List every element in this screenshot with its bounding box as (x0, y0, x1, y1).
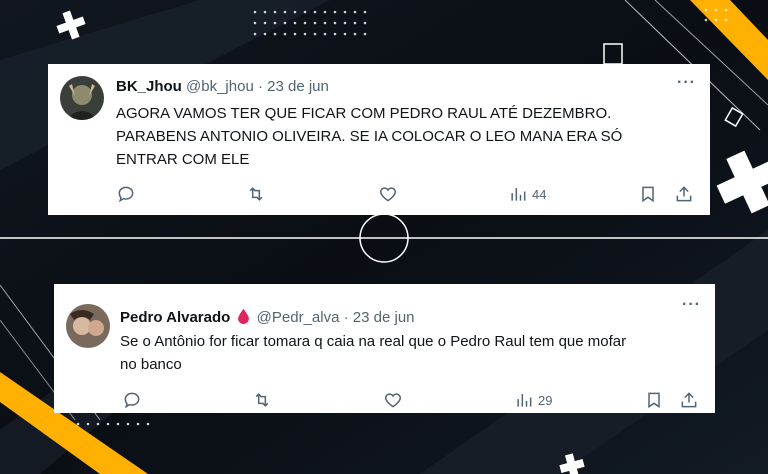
action-bar: 44 (48, 184, 710, 206)
views-button[interactable]: 44 (508, 184, 546, 204)
tweet-text-line: ENTRAR COM ELE (116, 151, 250, 168)
bookmark-button[interactable] (644, 390, 664, 410)
tweet-text-line: Se o Antônio for ficar tomara q caia na … (120, 333, 627, 350)
separator: · (343, 309, 349, 326)
views-count: 29 (538, 392, 553, 408)
handle[interactable]: @bk_jhou (186, 78, 254, 95)
retweet-button[interactable] (246, 184, 266, 204)
tweet-text-line: AGORA VAMOS TER QUE FICAR COM PEDRO RAUL… (116, 105, 612, 122)
tweet-card[interactable]: BK_Jhou @bk_jhou · 23 de jun ··· AGORA V… (48, 64, 710, 215)
tweet-card[interactable]: Pedro Alvarado @Pedr_alva · 23 de jun ··… (54, 284, 715, 413)
retweet-icon (249, 187, 263, 201)
views-icon (511, 188, 526, 201)
tweet-header: Pedro Alvarado @Pedr_alva · 23 de jun (120, 309, 415, 327)
tweet-text: Se o Antônio for ficar tomara q caia na … (120, 330, 700, 376)
views-icon (517, 394, 532, 407)
share-icon (681, 392, 697, 408)
tweet-header: BK_Jhou @bk_jhou · 23 de jun (116, 78, 329, 96)
tweet-text: AGORA VAMOS TER QUE FICAR COM PEDRO RAUL… (116, 102, 686, 171)
reply-button[interactable] (116, 184, 136, 204)
avatar[interactable] (60, 76, 104, 120)
avatar[interactable] (66, 304, 110, 348)
tweet-text-line: PARABENS ANTONIO OLIVEIRA. SE IA COLOCAR… (116, 128, 623, 145)
like-icon (379, 187, 397, 202)
views-count: 44 (532, 186, 547, 202)
blood-drop-icon (238, 309, 250, 324)
display-name[interactable]: BK_Jhou (116, 78, 182, 95)
like-button[interactable] (383, 390, 403, 410)
display-name[interactable]: Pedro Alvarado (120, 309, 230, 326)
bookmark-icon (642, 186, 654, 203)
views-button[interactable]: 29 (514, 390, 552, 410)
tweet-text-line: no banco (120, 356, 182, 373)
separator: · (257, 78, 263, 95)
bookmark-button[interactable] (638, 184, 658, 204)
reply-icon (124, 392, 140, 409)
timestamp[interactable]: 23 de jun (267, 78, 329, 95)
bookmark-icon (648, 392, 660, 409)
more-options-icon[interactable]: ··· (677, 74, 696, 92)
reply-icon (118, 186, 134, 203)
timestamp[interactable]: 23 de jun (353, 309, 415, 326)
retweet-icon (255, 393, 269, 407)
share-button[interactable] (679, 390, 699, 410)
share-icon (676, 186, 692, 202)
retweet-button[interactable] (252, 390, 272, 410)
action-bar: 29 (54, 390, 715, 412)
handle[interactable]: @Pedr_alva (257, 309, 340, 326)
reply-button[interactable] (122, 390, 142, 410)
share-button[interactable] (674, 184, 694, 204)
more-options-icon[interactable]: ··· (682, 296, 701, 314)
like-button[interactable] (378, 184, 398, 204)
like-icon (384, 393, 402, 408)
